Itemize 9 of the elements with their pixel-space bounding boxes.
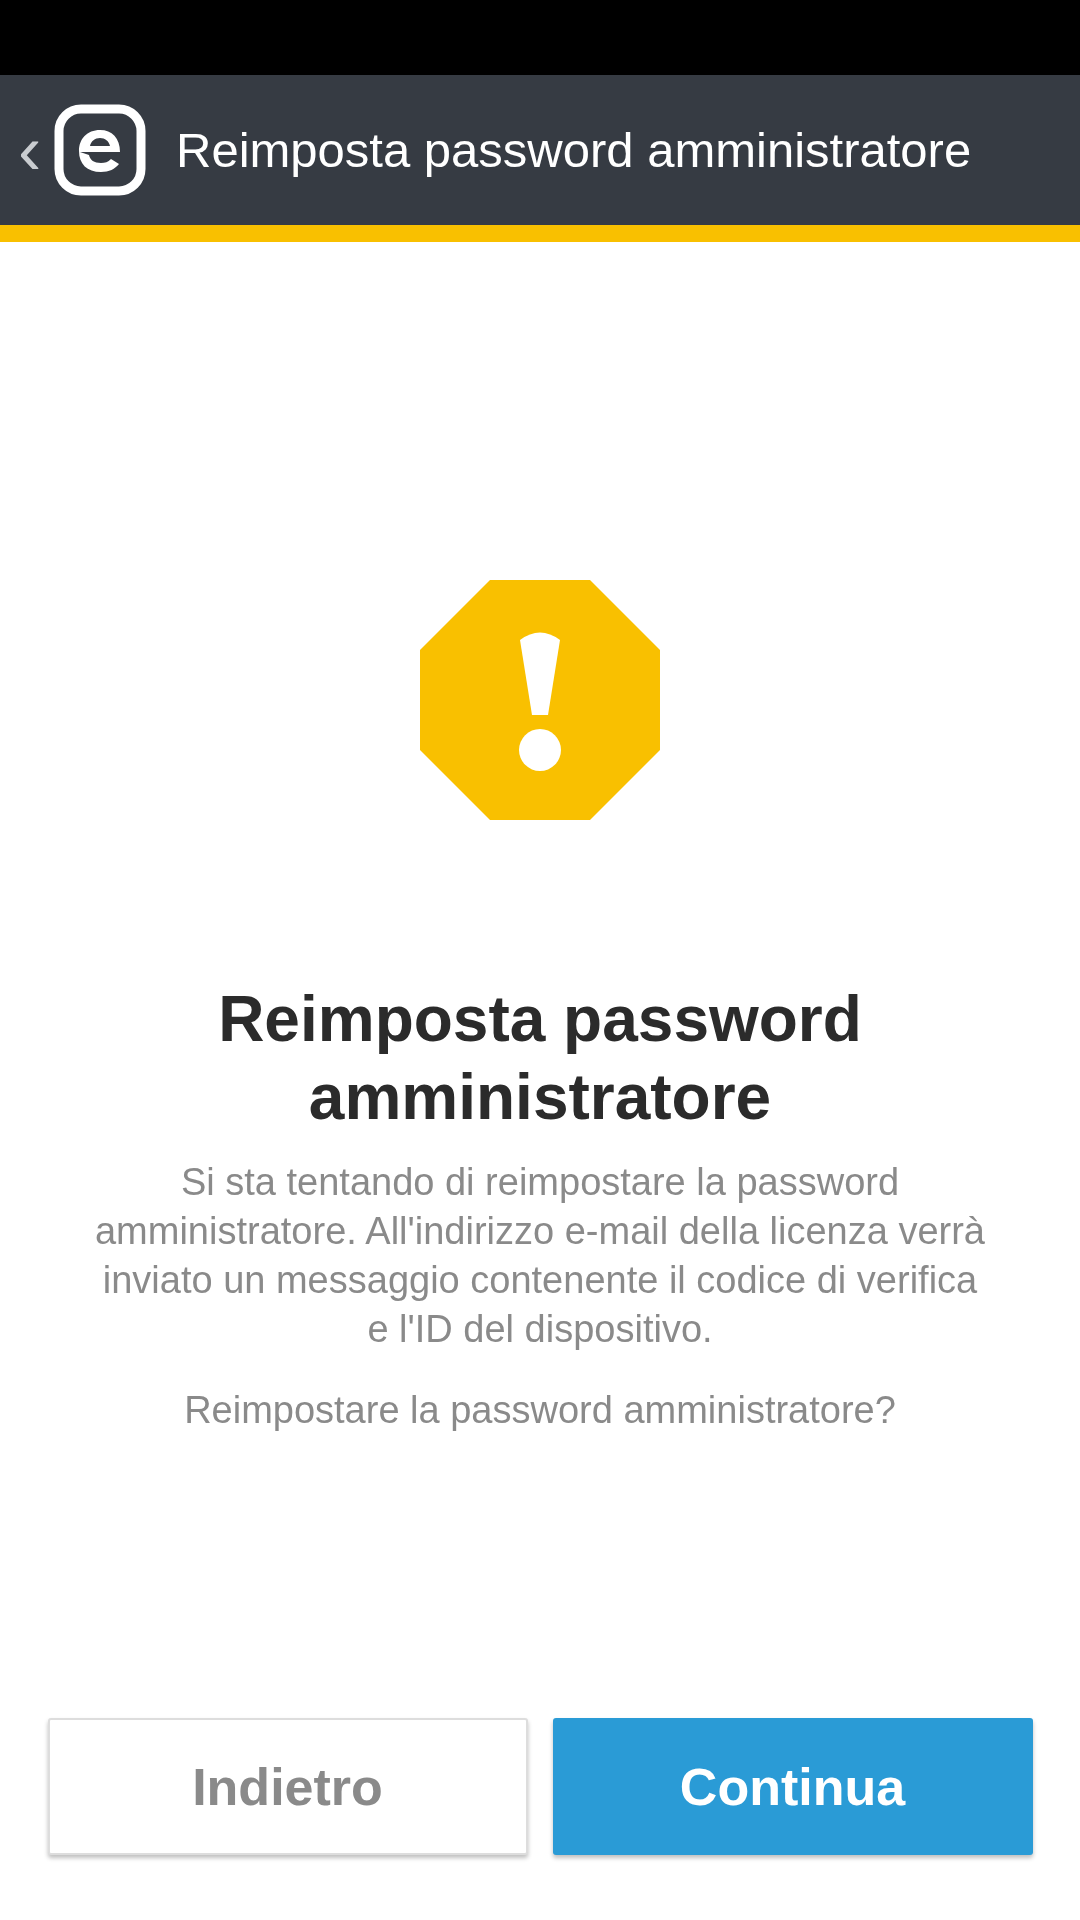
back-button[interactable]: Indietro — [47, 1718, 528, 1855]
dialog-heading: Reimposta password amministratore — [217, 982, 863, 1135]
dialog-message: Si sta tentando di reimpostare la password amministratore. All'indirizzo e-mail della licenza verrà inviato un messaggio contenente il codice di verifica e l'ID del dispositivo. — [94, 1160, 986, 1352]
logo-icon[interactable] — [54, 104, 146, 196]
app-bar-title: Reimposta password amministratore — [176, 122, 972, 179]
continue-button[interactable]: Continua — [552, 1718, 1033, 1855]
back-icon[interactable]: ‹ — [18, 115, 56, 185]
dialog-question: Reimpostare la password amministratore? — [184, 1388, 896, 1433]
warning-icon — [420, 580, 660, 820]
